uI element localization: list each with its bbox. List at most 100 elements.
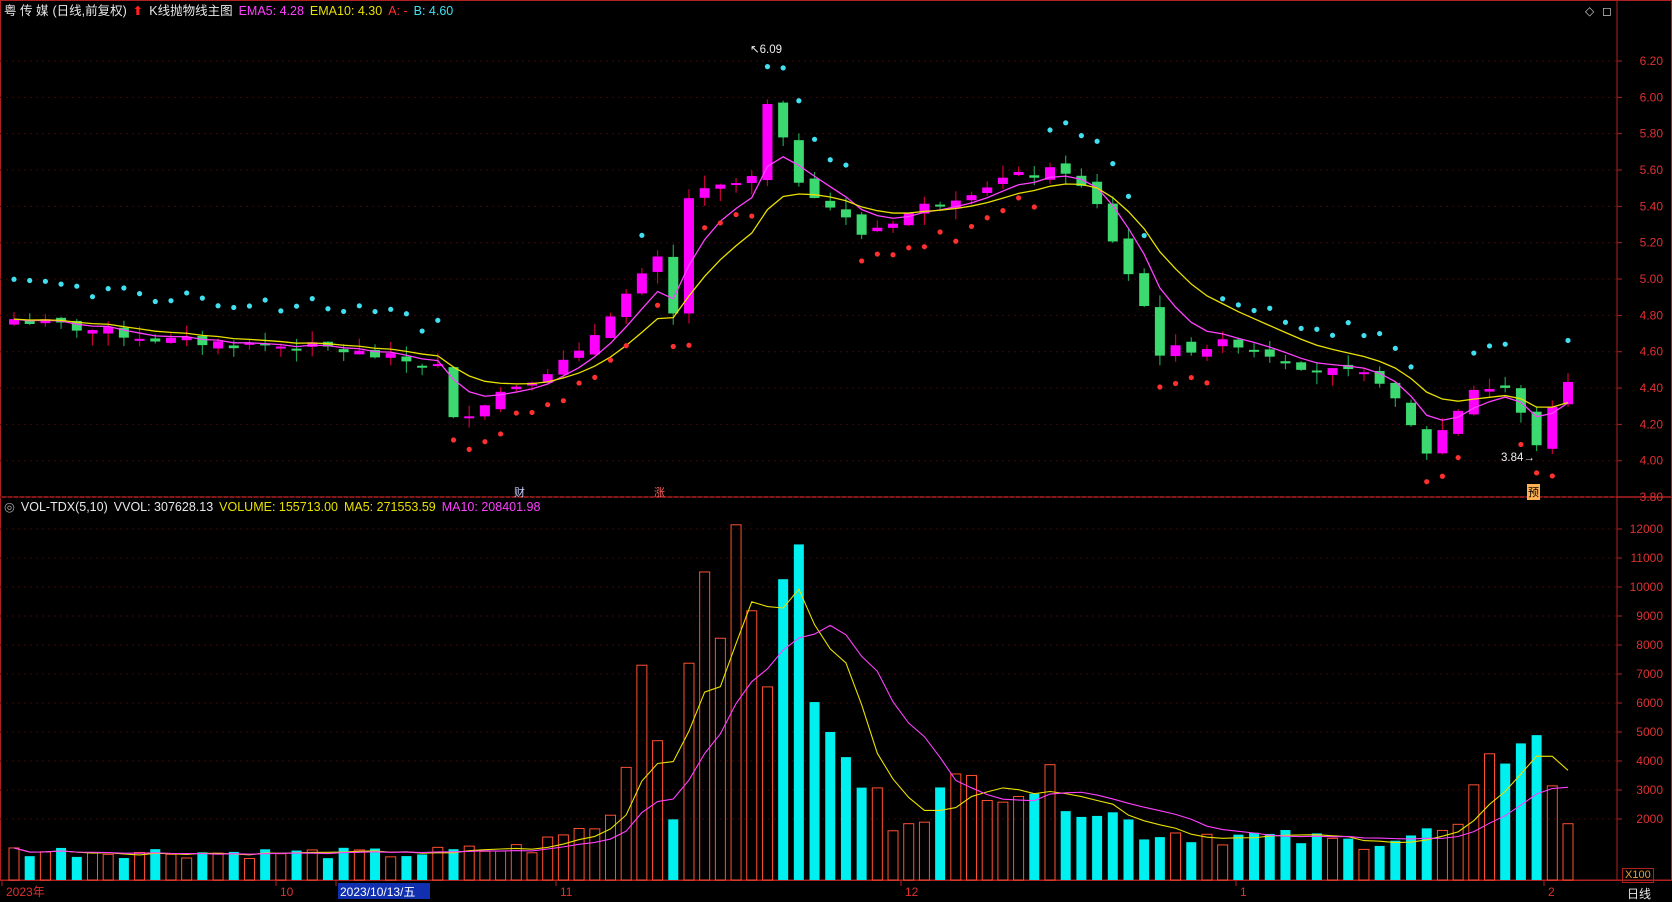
volume-bar [1044, 764, 1056, 881]
sar-dot [89, 294, 96, 300]
stock-chart-window[interactable]: 6.20 6.00 5.80 5.60 5.40 5.20 5.00 4.80 4.60 4.40… [0, 0, 1672, 902]
volume-bar [71, 856, 82, 880]
sar-dot [623, 343, 629, 349]
volume-bar [353, 849, 365, 881]
sar-dot [1439, 473, 1446, 479]
volume-bar [479, 850, 491, 881]
candle-body [1107, 203, 1118, 242]
candle-body [1123, 238, 1134, 275]
sar-dot [906, 245, 912, 251]
candle-body [746, 176, 757, 184]
sar-dot [953, 238, 959, 244]
volume-bar [370, 848, 381, 880]
volume-bar [557, 834, 569, 881]
volume-bar [1154, 837, 1165, 880]
candle-body [1154, 307, 1165, 356]
candle-body [935, 204, 946, 207]
candle-body [228, 345, 239, 349]
price-tick-label: 5.80 [1640, 127, 1664, 141]
sar-dot [372, 308, 378, 315]
candle-body [778, 102, 789, 138]
volume-bar [668, 819, 679, 880]
date-label: 12 [905, 885, 919, 899]
volume-bar [181, 857, 193, 881]
sar-dot [1235, 302, 1241, 308]
restore-icon[interactable]: ◻ [1602, 4, 1612, 18]
volume-bar [1060, 811, 1071, 880]
date-label: 2023年 [6, 885, 45, 899]
event-tag-forecast[interactable]: 预 [1527, 484, 1540, 500]
sar-dot [1471, 350, 1477, 356]
volume-bar [981, 799, 993, 881]
sar-dot [921, 244, 928, 250]
candle-body [1500, 385, 1511, 388]
price-tick-label: 4.00 [1640, 454, 1664, 468]
stock-name[interactable]: 粤 传 媒 [4, 4, 48, 18]
candle-body [668, 256, 679, 314]
volume-bar [1201, 833, 1213, 881]
volume-bar [1562, 823, 1574, 881]
candle-body [1406, 402, 1417, 426]
volume-bar [856, 787, 867, 880]
volume-bar [495, 850, 507, 881]
sar-dot [780, 65, 786, 71]
sar-dot [717, 220, 723, 226]
sar-dot [513, 410, 519, 416]
sar-dot [1377, 330, 1383, 337]
candle-body [1484, 389, 1495, 392]
date-label: 10 [280, 885, 294, 899]
sar-dot [278, 308, 284, 314]
candle-body [1563, 381, 1573, 405]
volume-bar [903, 823, 915, 881]
sar-dot [325, 306, 331, 312]
volume-tick-label: 8000 [1636, 638, 1663, 652]
candle-body [872, 227, 883, 232]
candle-body [982, 187, 993, 194]
candle-body [197, 335, 208, 346]
volume-bar [86, 852, 98, 881]
candle-body [1327, 368, 1338, 376]
sar-dot [1172, 380, 1179, 387]
sar-dot [1408, 364, 1414, 370]
volume-bar [683, 662, 695, 881]
candle-body [997, 177, 1008, 184]
sar-dot [74, 283, 80, 289]
period-label[interactable]: 日线 [1627, 885, 1651, 902]
diamond-icon[interactable]: ◇ [1585, 4, 1594, 18]
volume-bar [840, 757, 851, 880]
candle-body [574, 350, 585, 358]
candle-body [888, 223, 899, 228]
indicator-title[interactable]: K线抛物线主图 [149, 4, 232, 18]
candle-body [1013, 171, 1024, 175]
sar-dot [1455, 454, 1461, 461]
volume-bar [699, 571, 711, 881]
b-value: B: 4.60 [413, 4, 454, 18]
candle-body [1421, 429, 1432, 454]
price-tick-label: 4.60 [1640, 345, 1664, 359]
vol-indicator-name[interactable]: VOL-TDX(5,10) [21, 500, 108, 514]
volume-bar [1186, 842, 1197, 880]
candle-body [589, 335, 600, 355]
candle-body [636, 273, 647, 294]
volume-bar [604, 814, 616, 881]
kline-chart-svg[interactable]: 6.20 6.00 5.80 5.60 5.40 5.20 5.00 4.80 4.60 4.40… [0, 0, 1672, 902]
volume-bar [809, 702, 820, 880]
volume-unit-label: X100 [1622, 868, 1654, 883]
vol-ma5-value: MA5: 271553.59 [343, 500, 436, 514]
sar-dot [105, 286, 111, 292]
volume-bar [165, 853, 177, 881]
sar-dot [1424, 479, 1430, 485]
sar-dot [1094, 138, 1100, 144]
collapse-icon[interactable]: ◎ [4, 500, 15, 514]
sar-dot [827, 157, 833, 163]
event-tag-limit-up[interactable]: 涨 [654, 484, 665, 500]
high-price-label: ↖6.09 [750, 44, 783, 56]
volume-bar [542, 836, 554, 881]
volume-bar [526, 852, 538, 881]
candle-body [605, 316, 616, 338]
event-tag-earnings[interactable]: 财 [514, 484, 525, 500]
volume-bar [39, 851, 51, 881]
volume-bar [1076, 816, 1087, 880]
chart-mode: (日线,前复权) [52, 4, 127, 18]
sar-dot [874, 251, 880, 257]
